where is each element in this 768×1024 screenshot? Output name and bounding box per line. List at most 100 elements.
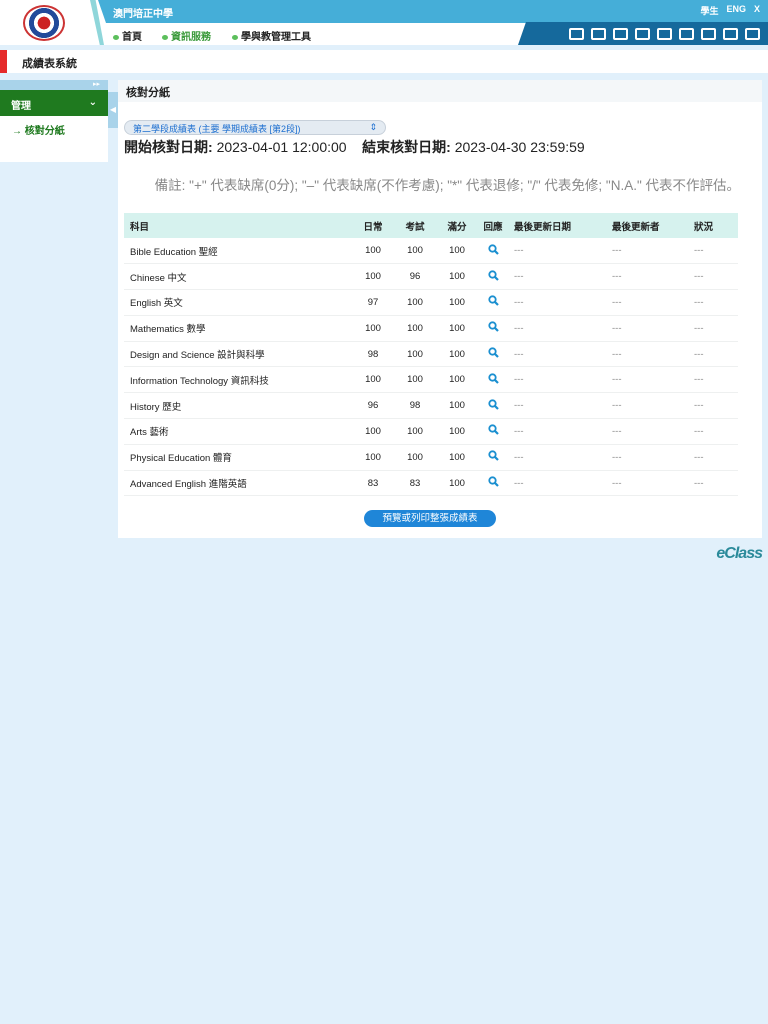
response-cell[interactable] <box>478 444 508 471</box>
response-cell[interactable] <box>478 366 508 394</box>
last-updated-date: --- <box>508 315 606 342</box>
nav-teaching-tools[interactable]: 學與教管理工具 <box>232 28 311 43</box>
eclass-logo: eClass <box>716 545 763 563</box>
search-icon[interactable] <box>487 399 499 410</box>
table-row: History 歷史 96 98 100 --- --- --- <box>124 392 738 420</box>
full-score: 100 <box>436 263 478 291</box>
title-marker <box>0 50 7 73</box>
status-cell: --- <box>688 341 738 368</box>
table-row: Physical Education 體育 100 100 100 --- --- --- <box>124 444 738 471</box>
daily-score: 100 <box>352 366 394 394</box>
system-title: 成績表系統 <box>22 58 77 70</box>
school-logo <box>23 5 65 41</box>
group-icon[interactable] <box>701 27 716 40</box>
folder-icon[interactable] <box>657 27 672 40</box>
search-icon[interactable] <box>487 295 499 307</box>
main-panel: 核對分紙 第二學段成績表 (主要 學期成績表 [第2段]) ⇕ 開始核對日期: 2… <box>118 80 762 538</box>
response-cell[interactable] <box>478 418 508 445</box>
last-updated-date: --- <box>508 444 606 471</box>
sidebar-item-check-sheet[interactable]: → 核對分紙 <box>0 116 108 143</box>
report-select[interactable]: 第二學段成績表 (主要 學期成績表 [第2段]) ⇕ <box>124 120 386 135</box>
daily-score: 98 <box>352 341 394 368</box>
logout-button[interactable]: X <box>754 4 760 17</box>
chevron-down-icon: ⌄ <box>88 97 97 108</box>
mail-icon[interactable] <box>635 27 650 40</box>
check-period: 開始核對日期: 2023-04-01 12:00:00 結束核對日期: 2023… <box>124 137 585 157</box>
sidebar-section-manage[interactable]: 管理 ⌄ <box>0 90 108 116</box>
response-cell[interactable] <box>478 341 508 368</box>
start-date: 2023-04-01 12:00:00 <box>216 139 347 155</box>
table-row: English 英文 97 100 100 --- --- --- <box>124 289 738 316</box>
subject-cell: Arts 藝術 <box>124 418 352 445</box>
column-header: 回應 <box>478 213 508 238</box>
response-cell[interactable] <box>478 263 508 291</box>
nav-info-services[interactable]: 資訊服務 <box>162 28 211 43</box>
status-cell: --- <box>688 366 738 394</box>
language-toggle[interactable]: ENG <box>726 4 746 17</box>
calendar-icon[interactable] <box>591 27 606 40</box>
response-cell[interactable] <box>478 315 508 342</box>
nav-home[interactable]: 首頁 <box>113 28 142 43</box>
daily-score: 83 <box>352 470 394 497</box>
search-icon[interactable] <box>487 321 499 333</box>
sidebar-collapse-button[interactable]: ◀ <box>108 92 118 128</box>
sidebar-expand-icon[interactable]: ▸▸ <box>0 80 108 90</box>
column-header: 狀況 <box>688 213 738 238</box>
id-card-icon[interactable] <box>679 27 694 40</box>
tools-icon[interactable] <box>723 27 738 40</box>
exam-score: 100 <box>394 341 436 368</box>
search-icon[interactable] <box>487 270 499 281</box>
last-updated-date: --- <box>508 392 606 420</box>
status-cell: --- <box>688 289 738 316</box>
search-icon[interactable] <box>487 244 499 255</box>
daily-score: 100 <box>352 315 394 342</box>
full-score: 100 <box>436 418 478 445</box>
response-cell[interactable] <box>478 470 508 497</box>
status-cell: --- <box>688 470 738 497</box>
search-icon[interactable] <box>487 476 499 487</box>
last-updated-by: --- <box>606 470 688 497</box>
header: 澳門培正中學 首頁 資訊服務 學與教管理工具 學生 ENG X <box>0 0 768 45</box>
last-updated-by: --- <box>606 341 688 368</box>
settings-icon[interactable] <box>745 27 760 40</box>
subject-cell: Advanced English 進階英語 <box>124 470 352 497</box>
table-row: Advanced English 進階英語 83 83 100 --- --- --- <box>124 470 738 497</box>
last-updated-by: --- <box>606 418 688 445</box>
response-cell[interactable] <box>478 289 508 316</box>
column-header: 最後更新日期 <box>508 213 606 238</box>
print-report-button[interactable]: 預覽或列印整張成績表 <box>364 510 496 527</box>
exam-score: 100 <box>394 315 436 342</box>
exam-score: 100 <box>394 366 436 394</box>
subject-cell: Information Technology 資訊科技 <box>124 366 352 394</box>
header-band <box>98 0 768 23</box>
end-date-label: 結束核對日期: <box>362 139 451 155</box>
search-icon[interactable] <box>487 424 499 436</box>
full-score: 100 <box>436 238 478 265</box>
end-date: 2023-04-30 23:59:59 <box>454 139 585 155</box>
response-cell[interactable] <box>478 392 508 420</box>
column-header: 考試 <box>394 213 436 238</box>
full-score: 100 <box>436 315 478 342</box>
full-score: 100 <box>436 341 478 368</box>
daily-score: 100 <box>352 418 394 445</box>
eclass-logo-text: Class <box>724 545 763 562</box>
status-cell: --- <box>688 238 738 265</box>
column-header: 最後更新者 <box>606 213 688 238</box>
exam-score: 100 <box>394 238 436 265</box>
search-icon[interactable] <box>487 450 499 462</box>
start-date-label: 開始核對日期: <box>124 139 213 155</box>
full-score: 100 <box>436 392 478 420</box>
full-score: 100 <box>436 470 478 497</box>
folder-info-icon[interactable] <box>613 27 628 40</box>
search-icon[interactable] <box>487 347 499 358</box>
response-cell[interactable] <box>478 238 508 265</box>
profile-icon[interactable] <box>569 27 584 40</box>
user-role-link[interactable]: 學生 <box>700 4 718 17</box>
subject-cell: Mathematics 數學 <box>124 315 352 342</box>
page-title: 核對分紙 <box>118 80 762 102</box>
search-icon[interactable] <box>487 373 499 384</box>
full-score: 100 <box>436 444 478 471</box>
table-row: Arts 藝術 100 100 100 --- --- --- <box>124 418 738 445</box>
status-cell: --- <box>688 263 738 291</box>
last-updated-date: --- <box>508 263 606 291</box>
